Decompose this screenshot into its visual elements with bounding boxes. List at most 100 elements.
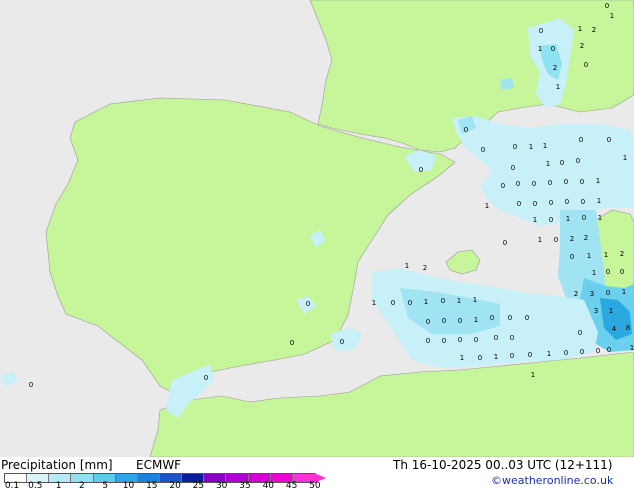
grid-value-label: 1: [457, 297, 461, 305]
grid-value-label: 0: [408, 299, 412, 307]
grid-value-label: 0: [490, 314, 494, 322]
grid-value-label: 0: [494, 334, 498, 342]
grid-value-label: 1: [372, 299, 376, 307]
grid-value-label: 0: [511, 164, 515, 172]
grid-value-label: 0: [565, 198, 569, 206]
grid-value-label: 0: [517, 200, 521, 208]
grid-value-label: 2: [584, 234, 588, 242]
grid-value-label: 0: [580, 178, 584, 186]
grid-value-label: 0: [620, 268, 624, 276]
grid-value-label: 0: [510, 334, 514, 342]
grid-value-label: 1: [623, 154, 627, 162]
grid-value-label: 0: [584, 61, 588, 69]
grid-value-label: 0: [564, 178, 568, 186]
grid-value-label: 4: [612, 325, 617, 333]
model-name: ECMWF: [136, 458, 182, 472]
grid-value-label: 1: [622, 288, 626, 296]
grid-value-label: 0: [426, 337, 430, 345]
credit-link[interactable]: ©weatheronline.co.uk: [491, 474, 613, 487]
grid-value-label: 0: [458, 336, 462, 344]
grid-value-label: 0: [606, 268, 610, 276]
grid-value-label: 0: [607, 346, 611, 354]
grid-value-label: 1: [556, 83, 560, 91]
grid-value-label: 0: [528, 351, 532, 359]
grid-value-label: 0: [554, 236, 558, 244]
grid-value-label: 2: [574, 290, 578, 298]
grid-value-label: 0: [606, 289, 610, 297]
valid-time: Th 16-10-2025 00..03 UTC (12+111): [393, 458, 613, 472]
grid-value-label: 0: [564, 349, 568, 357]
grid-value-label: 0: [426, 318, 430, 326]
grid-value-label: 0: [508, 314, 512, 322]
grid-value-label: 0: [501, 182, 505, 190]
grid-value-label: 2: [580, 42, 584, 50]
grid-value-label: 3: [590, 290, 594, 298]
grid-value-label: 1: [474, 316, 478, 324]
grid-value-label: 0: [578, 329, 582, 337]
grid-value-label: 1: [596, 177, 600, 185]
grid-value-label: 1: [630, 344, 634, 352]
grid-value-label: 0: [596, 347, 600, 355]
grid-value-label: 1: [592, 269, 596, 277]
grid-value-label: 0: [581, 198, 585, 206]
grid-value-label: 1: [597, 197, 601, 205]
grid-value-label: 0: [548, 179, 552, 187]
grid-value-label: 0: [464, 126, 468, 134]
grid-value-label: 1: [547, 350, 551, 358]
grid-value-label: 3: [594, 307, 598, 315]
grid-value-label: 0: [474, 336, 478, 344]
grid-value-label: 8: [626, 324, 630, 332]
grid-value-label: 1: [531, 371, 535, 379]
grid-value-label: 0: [582, 214, 586, 222]
grid-value-label: 0: [458, 317, 462, 325]
grid-value-label: 1: [543, 142, 547, 150]
grid-value-label: 1: [405, 262, 409, 270]
grid-value-label: 1: [578, 25, 582, 33]
grid-value-label: 0: [340, 338, 344, 346]
grid-value-label: 1: [566, 215, 570, 223]
grid-value-label: 1: [604, 251, 608, 259]
grid-value-label: 1: [473, 296, 477, 304]
grid-value-label: 0: [539, 27, 543, 35]
grid-value-label: 0: [560, 159, 564, 167]
grid-value-label: 0: [481, 146, 485, 154]
grid-value-label: 0: [570, 253, 574, 261]
grid-value-label: 1: [529, 143, 533, 151]
precip-area-cell-5: [500, 78, 514, 90]
grid-value-label: 0: [391, 299, 395, 307]
grid-value-label: 0: [441, 297, 445, 305]
grid-value-label: 0: [204, 374, 208, 382]
grid-value-label: 0: [549, 216, 553, 224]
grid-value-label: 0: [549, 199, 553, 207]
grid-value-label: 0: [533, 200, 537, 208]
grid-value-label: 2: [620, 250, 624, 258]
grid-value-label: 1: [424, 298, 428, 306]
grid-value-label: 1: [610, 12, 614, 20]
grid-value-label: 2: [423, 264, 427, 272]
grid-value-label: 1: [587, 252, 591, 260]
grid-value-label: 0: [579, 136, 583, 144]
grid-value-label: 0: [513, 143, 517, 151]
grid-value-label: 0: [29, 381, 33, 389]
grid-value-label: 1: [538, 45, 542, 53]
grid-value-label: 1: [609, 307, 613, 315]
grid-value-label: 0: [580, 348, 584, 356]
grid-value-label: 0: [551, 45, 555, 53]
grid-value-label: 0: [290, 339, 294, 347]
grid-value-label: 0: [605, 2, 609, 10]
grid-value-label: 0: [306, 300, 310, 308]
grid-value-label: 1: [533, 216, 537, 224]
grid-value-label: 2: [570, 235, 574, 243]
grid-value-label: 0: [525, 314, 529, 322]
precipitation-map: 0 1 0 2 1 1 2 2 0 0 1 0 0 0 1 1 0 0 1 0 1 0 0 0 0 0 0 0 0 1 1 0 0 0 0 0 1 1 0 1…: [0, 0, 634, 458]
grid-value-label: 0: [442, 317, 446, 325]
grid-value-label: 1: [546, 160, 550, 168]
grid-value-label: 2: [553, 64, 557, 72]
grid-value-label: 1: [598, 214, 602, 222]
grid-value-label: 0: [478, 354, 482, 362]
grid-value-label: 0: [607, 136, 611, 144]
grid-value-label: 1: [485, 202, 489, 210]
map-title: Precipitation [mm]: [1, 458, 113, 472]
grid-value-label: 0: [516, 180, 520, 188]
grid-value-label: 0: [419, 166, 423, 174]
